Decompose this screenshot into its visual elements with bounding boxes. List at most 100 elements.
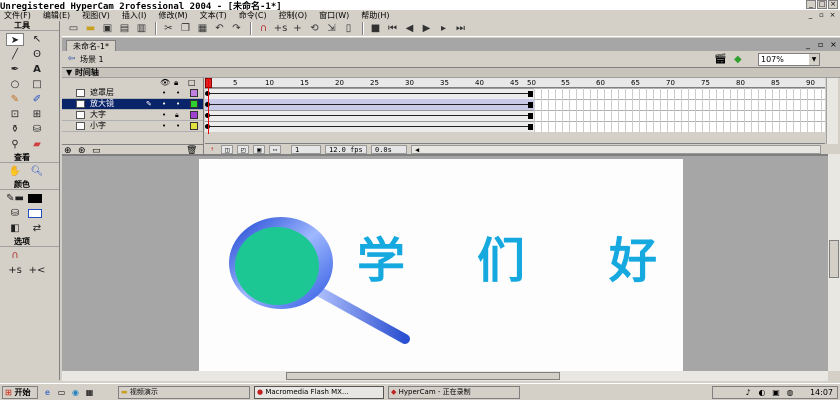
layer-row[interactable]: 大字 • 🔒︎ xyxy=(62,110,203,121)
text-tool-icon[interactable]: A xyxy=(28,63,46,76)
new-file-icon[interactable]: ▭ xyxy=(66,22,81,36)
scroll-thumb[interactable] xyxy=(286,372,560,380)
eraser-tool-icon[interactable]: ▰ xyxy=(28,138,46,151)
snap-magnet-icon[interactable]: ∩ xyxy=(256,22,271,36)
scene-back-arrow-icon[interactable]: ⇦ xyxy=(66,54,77,65)
tray-icon[interactable]: ▣ xyxy=(771,388,781,398)
rewind-icon[interactable]: ⏮ xyxy=(385,22,400,36)
chevron-down-icon[interactable]: ▼ xyxy=(809,54,819,65)
layer-row[interactable]: 小字 • • xyxy=(62,121,203,132)
stage-character[interactable]: 们 xyxy=(477,233,525,289)
outline-all-icon[interactable]: □ xyxy=(188,78,196,88)
black-white-icon[interactable]: ◧ xyxy=(6,222,24,235)
scale-icon[interactable]: ⇲ xyxy=(324,22,339,36)
stage-character[interactable]: 学 xyxy=(357,233,405,289)
menu-view[interactable]: 视图(V) xyxy=(82,10,110,21)
open-folder-icon[interactable]: ▬ xyxy=(83,22,98,36)
minimize-button[interactable]: _ xyxy=(806,0,816,9)
show-hide-all-icon[interactable]: 👁︎ xyxy=(160,78,170,88)
pen-tool-icon[interactable]: ✒ xyxy=(6,63,24,76)
layer-color-swatch[interactable] xyxy=(190,122,198,130)
taskbar-item-flash[interactable]: ● Macromedia Flash MX... xyxy=(254,386,384,399)
scroll-thumb[interactable] xyxy=(829,240,839,278)
fill-swatch[interactable] xyxy=(28,209,42,218)
redo-icon[interactable]: ↷ xyxy=(229,22,244,36)
zoom-select[interactable]: 107% ▼ xyxy=(758,53,820,66)
stroke-swatch[interactable] xyxy=(28,194,42,203)
edit-scene-icon[interactable]: 🎬︎ xyxy=(714,53,727,66)
cut-icon[interactable]: ✂ xyxy=(161,22,176,36)
document-tab[interactable]: 未命名-1* xyxy=(66,40,116,51)
media-icon[interactable]: ◉ xyxy=(70,387,81,398)
go-to-end-icon[interactable]: ⏭ xyxy=(453,22,468,36)
frame-ruler[interactable]: 5 10 15 20 25 30 35 40 45 50 55 60 65 70… xyxy=(205,78,825,88)
menu-insert[interactable]: 插入(I) xyxy=(122,10,147,21)
doc-window-restore-icon[interactable]: ▫ xyxy=(818,40,823,49)
center-frame-icon[interactable]: ⇡ xyxy=(207,145,217,154)
eyedropper-tool-icon[interactable]: ⚲ xyxy=(6,138,24,151)
menu-control[interactable]: 控制(O) xyxy=(279,10,308,21)
fill-transform-tool-icon[interactable]: ⊞ xyxy=(28,108,46,121)
stage-vscroll[interactable] xyxy=(828,154,840,371)
step-forward-icon[interactable]: ▸ xyxy=(436,22,451,36)
timeline-vscroll[interactable] xyxy=(826,78,838,144)
menu-modify[interactable]: 修改(M) xyxy=(158,10,187,21)
end-frame[interactable] xyxy=(528,102,533,108)
frame-grid[interactable]: 5 10 15 20 25 30 35 40 45 50 55 60 65 70… xyxy=(205,78,825,154)
doc-minimize-button[interactable]: _ xyxy=(806,11,815,20)
stage-character[interactable]: 好 xyxy=(609,233,657,289)
ie-icon[interactable]: e xyxy=(42,387,53,398)
menu-file[interactable]: 文件(F) xyxy=(4,10,31,21)
tray-icon[interactable]: ◍ xyxy=(785,388,795,398)
hand-tool-icon[interactable]: ✋ xyxy=(6,165,24,178)
close-button[interactable]: × xyxy=(828,0,838,9)
stop-icon[interactable]: ■ xyxy=(368,22,383,36)
maximize-button[interactable]: □ xyxy=(817,0,827,9)
onion-outline-icon[interactable]: ◰ xyxy=(237,145,250,154)
start-button[interactable]: ⊞ 开始 xyxy=(2,386,38,399)
rectangle-tool-icon[interactable]: □ xyxy=(28,78,46,91)
align-icon[interactable]: ▯ xyxy=(341,22,356,36)
play-icon[interactable]: ▶ xyxy=(419,22,434,36)
save-icon[interactable]: ▣ xyxy=(100,22,115,36)
lasso-tool-icon[interactable]: ʘ xyxy=(28,48,46,61)
oval-tool-icon[interactable]: ○ xyxy=(6,78,24,91)
filled-frames[interactable] xyxy=(205,88,534,132)
menu-commands[interactable]: 命令(C) xyxy=(239,10,267,21)
layer-row[interactable]: 遮罩层 • • xyxy=(62,88,203,99)
tray-icon[interactable]: ◐ xyxy=(757,388,767,398)
print-icon[interactable]: ▤ xyxy=(117,22,132,36)
swap-colors-icon[interactable]: ⇄ xyxy=(28,222,46,235)
stage[interactable]: 学 们 好 xyxy=(199,159,683,372)
taskbar-item-video[interactable]: ▬ 视频演示 xyxy=(118,386,250,399)
brush-tool-icon[interactable]: ✐ xyxy=(28,93,46,106)
layer-color-swatch[interactable] xyxy=(190,89,198,97)
edit-multiple-frames-icon[interactable]: ▣ xyxy=(253,145,266,154)
lock-dot[interactable]: • xyxy=(176,99,180,109)
taskbar-item-hypercam[interactable]: ◆ HyperCam - 正在录制 xyxy=(388,386,520,399)
free-transform-tool-icon[interactable]: ⊡ xyxy=(6,108,24,121)
print-preview-icon[interactable]: ▥ xyxy=(134,22,149,36)
step-back-icon[interactable]: ◀ xyxy=(402,22,417,36)
fill-color-icon[interactable]: ⛁ xyxy=(6,207,24,220)
lock-dot[interactable]: • xyxy=(176,121,180,131)
visibility-dot[interactable]: • xyxy=(162,110,166,120)
onion-skin-icon[interactable]: ◫ xyxy=(221,145,234,154)
doc-window-minimize-icon[interactable]: _ xyxy=(806,40,810,49)
menu-text[interactable]: 文本(T) xyxy=(200,10,227,21)
desktop-icon[interactable]: ▭ xyxy=(56,387,67,398)
end-frame[interactable] xyxy=(528,124,533,130)
stroke-color-icon[interactable]: ✎▬ xyxy=(6,192,24,205)
paint-bucket-tool-icon[interactable]: ⛁ xyxy=(28,123,46,136)
undo-icon[interactable]: ↶ xyxy=(212,22,227,36)
smooth-icon[interactable]: +s xyxy=(273,22,288,36)
straighten-icon[interactable]: +< xyxy=(290,22,305,48)
menu-help[interactable]: 帮助(H) xyxy=(361,10,389,21)
timeline-hscroll[interactable]: ◀ xyxy=(411,145,821,154)
layer-color-swatch[interactable] xyxy=(190,100,198,108)
lock-icon[interactable]: 🔒︎ xyxy=(175,110,179,120)
zoom-tool-icon[interactable]: 🔍︎ xyxy=(28,165,46,178)
end-frame[interactable] xyxy=(528,91,533,97)
visibility-dot[interactable]: • xyxy=(162,88,166,98)
arrow-tool-icon[interactable]: ➤ xyxy=(6,33,24,46)
